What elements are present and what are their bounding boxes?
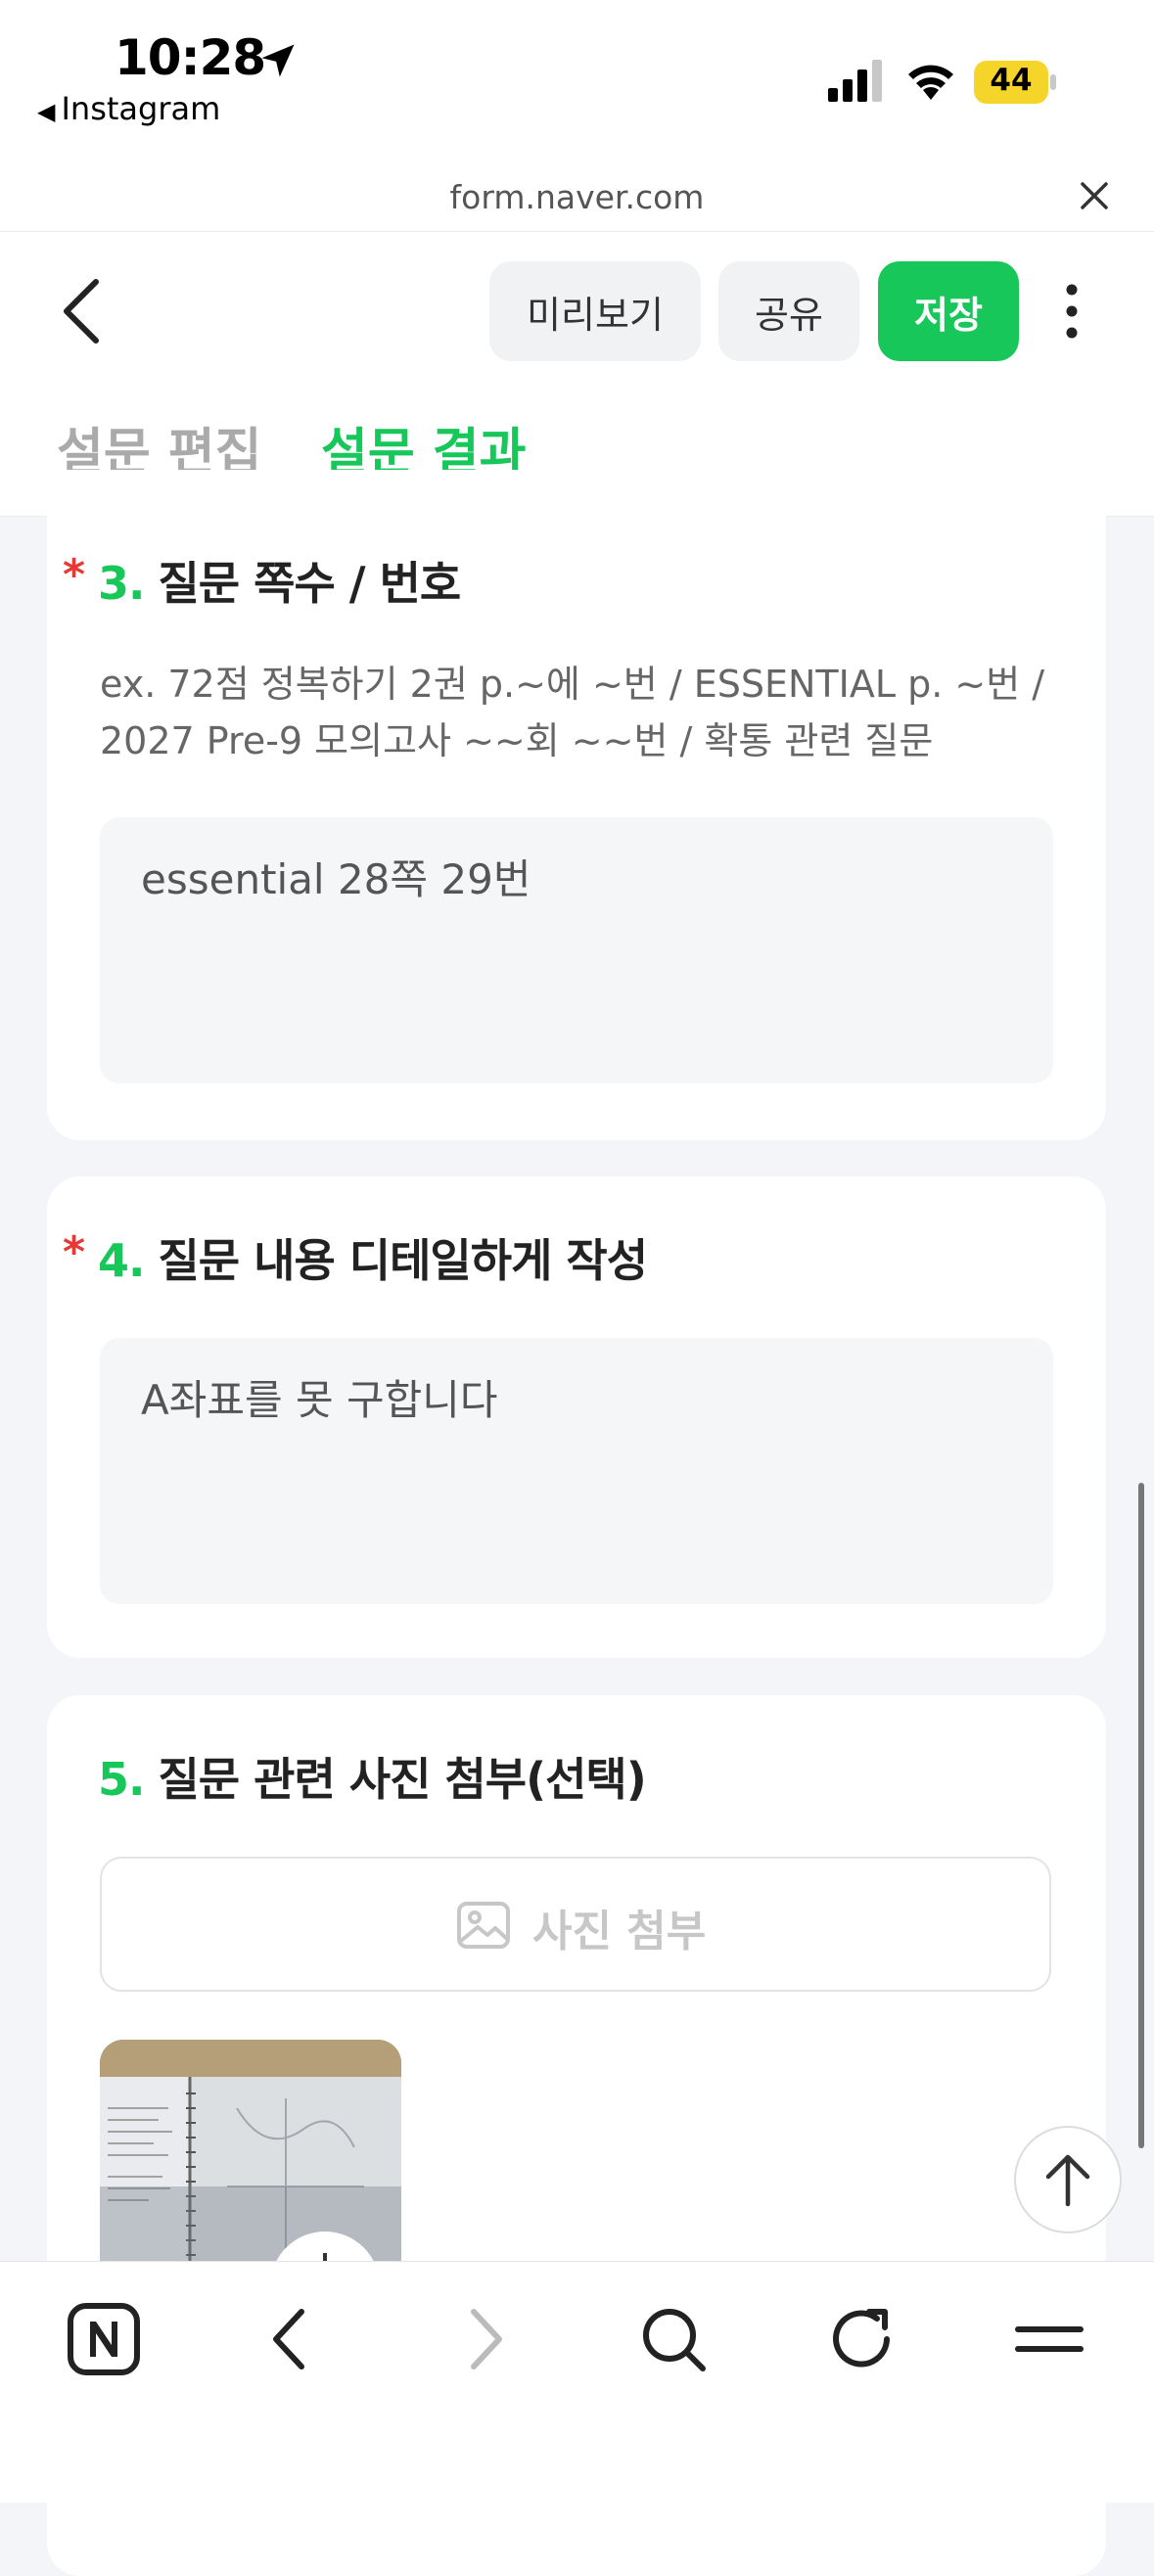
preview-button[interactable]: 미리보기 [489, 261, 701, 361]
more-options-icon[interactable] [1049, 282, 1094, 341]
scroll-to-top-button[interactable] [1014, 2126, 1122, 2233]
question-title: * 3. 질문 쪽수 / 번호 [63, 548, 461, 613]
description-line: ex. 72점 정복하기 2권 p.~에 ~번 / ESSENTIAL p. ~… [100, 663, 1045, 706]
url-bar[interactable]: form.naver.com [0, 157, 1154, 232]
answer-text: essential 28쪽 29번 [141, 855, 531, 903]
back-triangle-icon: ◀ [37, 98, 56, 125]
question-card-4: * 4. 질문 내용 디테일하게 작성 A좌표를 못 구합니다 [47, 1176, 1106, 1658]
attach-photo-button[interactable]: 사진 첨부 [100, 1857, 1051, 1992]
close-icon[interactable] [1075, 176, 1114, 215]
attach-photo-label: 사진 첨부 [532, 1907, 707, 1956]
answer-field[interactable]: essential 28쪽 29번 [100, 817, 1053, 1083]
arrow-up-icon [1045, 2154, 1090, 2207]
question-card-3: * 3. 질문 쪽수 / 번호 ex. 72점 정복하기 2권 p.~에 ~번 / … [47, 470, 1106, 1140]
question-text: 질문 쪽수 / 번호 [158, 557, 461, 610]
browser-toolbar [0, 2261, 1154, 2503]
answer-field[interactable]: A좌표를 못 구합니다 [100, 1338, 1053, 1604]
share-button[interactable]: 공유 [718, 261, 859, 361]
scrollbar[interactable] [1138, 1483, 1144, 2148]
status-bar: 10:28 ◀ Instagram 44 [0, 0, 1154, 157]
question-title: 5. 질문 관련 사진 첨부(선택) [98, 1744, 647, 1809]
required-mark: * [63, 550, 85, 600]
back-app-label: Instagram [61, 90, 221, 127]
answer-text: A좌표를 못 구합니다 [141, 1376, 498, 1424]
image-icon [457, 1902, 510, 1949]
question-number: 3. [98, 557, 145, 610]
question-description: ex. 72점 정복하기 2권 p.~에 ~번 / ESSENTIAL p. ~… [100, 656, 1079, 769]
location-arrow-icon [261, 44, 295, 77]
browser-back-icon[interactable] [253, 2300, 331, 2378]
browser-forward-icon[interactable] [444, 2300, 523, 2378]
clock: 10:28 [115, 29, 266, 86]
signal-icon [828, 60, 882, 102]
naver-home-icon[interactable] [65, 2300, 143, 2378]
description-line: 2027 Pre-9 모의고사 ~~회 ~~번 / 확통 관련 질문 [100, 719, 934, 762]
question-number: 5. [98, 1753, 145, 1806]
photo-notebook-image [100, 2040, 401, 2284]
attached-photo-thumbnail[interactable] [100, 2040, 401, 2284]
wifi-icon [908, 65, 953, 100]
required-mark: * [63, 1227, 85, 1277]
refresh-icon[interactable] [822, 2300, 900, 2378]
menu-icon[interactable] [1010, 2300, 1088, 2378]
url-text: form.naver.com [449, 178, 705, 216]
question-number: 4. [98, 1234, 145, 1287]
question-text: 질문 내용 디테일하게 작성 [158, 1234, 648, 1287]
battery-icon: 44 [974, 61, 1058, 104]
search-icon[interactable] [634, 2300, 713, 2378]
battery-level: 44 [990, 63, 1033, 98]
save-button[interactable]: 저장 [878, 261, 1019, 361]
back-arrow-icon[interactable] [55, 274, 114, 348]
question-title: * 4. 질문 내용 디테일하게 작성 [63, 1225, 648, 1290]
back-to-app-link[interactable]: ◀ Instagram [37, 90, 220, 127]
question-text: 질문 관련 사진 첨부(선택) [158, 1753, 646, 1806]
